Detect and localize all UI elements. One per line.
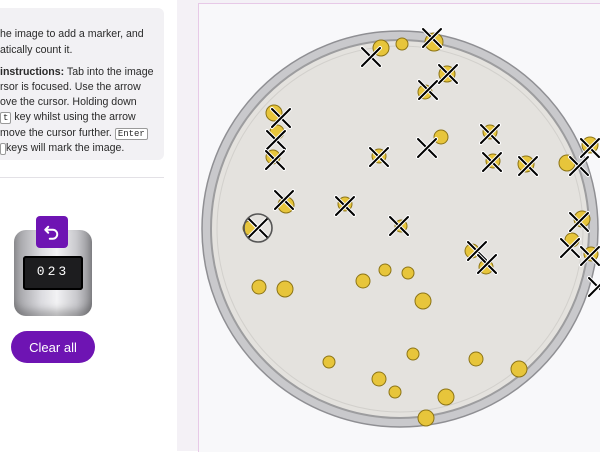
bacterial-colony	[355, 273, 371, 289]
instruction-text: Tab into the image	[64, 66, 154, 78]
instruction-line: he image to add a marker, and	[0, 28, 144, 40]
counter-display: 023	[23, 256, 83, 290]
instructions-heading: instructions:	[0, 66, 65, 78]
bacterial-colony	[371, 371, 387, 387]
instruction-line: atically count it.	[0, 44, 73, 56]
instruction-line: keys will mark the image.	[0, 140, 124, 157]
instruction-line: instructions: Tab into the image	[0, 64, 153, 80]
bacterial-colony	[468, 351, 484, 367]
bacterial-colony	[417, 409, 435, 427]
instruction-line: t key whilst using the arrow	[0, 109, 136, 126]
count-marker-icon[interactable]	[587, 276, 600, 298]
petri-dish-image[interactable]	[177, 0, 600, 451]
bacterial-colony	[395, 37, 409, 51]
instructions-box: he image to add a marker, and atically c…	[0, 8, 164, 160]
undo-icon	[44, 225, 59, 240]
bacterial-colony	[437, 388, 455, 406]
tally-counter: 023	[14, 216, 92, 316]
bacterial-colony	[401, 266, 415, 280]
image-canvas-area	[177, 0, 600, 452]
bacterial-colony	[378, 263, 392, 277]
bacterial-colony	[276, 280, 294, 298]
divider	[0, 177, 164, 178]
instruction-line: ove the cursor. Holding down	[0, 96, 137, 108]
reset-counter-button[interactable]	[36, 216, 68, 248]
left-panel: he image to add a marker, and atically c…	[0, 0, 172, 451]
instruction-line: rsor is focused. Use the arrow	[0, 81, 141, 93]
clear-all-button[interactable]: Clear all	[11, 331, 95, 363]
bacterial-colony	[510, 360, 528, 378]
kbd-enter: Enter	[114, 128, 148, 140]
instruction-text: move the cursor further.	[0, 127, 115, 139]
kbd-shift: t	[0, 112, 12, 124]
counter-value: 023	[36, 264, 70, 279]
bacterial-colony	[433, 129, 449, 145]
bacterial-colony	[388, 385, 402, 399]
instruction-text: key whilst using the arrow	[11, 111, 136, 123]
bacterial-colony	[251, 279, 267, 295]
bacterial-colony	[414, 292, 432, 310]
bacterial-colony	[322, 355, 336, 369]
bacterial-colony	[406, 347, 420, 361]
instruction-text: keys will mark the image.	[6, 142, 125, 154]
